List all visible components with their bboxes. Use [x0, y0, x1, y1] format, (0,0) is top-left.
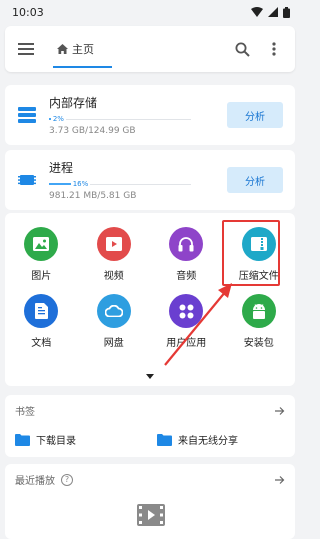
folder-icon: [157, 433, 172, 446]
recent-header: 最近播放 ?: [15, 472, 285, 487]
recent-playback-card: 最近播放 ?: [5, 464, 295, 539]
bookmark-label: 下载目录: [36, 436, 76, 447]
bookmarks-header: 书签: [15, 403, 285, 418]
bookmark-item[interactable]: 来自无线分享: [157, 432, 238, 447]
bookmarks-row: 下载目录 来自无线分享: [15, 432, 285, 447]
recent-title: 最近播放: [15, 476, 55, 487]
bookmarks-card: 书签 下载目录 来自无线分享: [5, 395, 295, 457]
arrow-right-icon[interactable]: [275, 475, 285, 485]
bookmark-item[interactable]: 下载目录: [15, 432, 157, 447]
video-placeholder-icon: [137, 504, 165, 526]
bookmarks-title: 书签: [15, 407, 35, 418]
bookmark-label: 来自无线分享: [178, 436, 238, 447]
help-icon[interactable]: ?: [61, 473, 73, 486]
arrow-right-icon[interactable]: [275, 406, 285, 416]
recent-title-group: 最近播放 ?: [15, 472, 73, 487]
annotation-arrow: [164, 283, 232, 366]
folder-icon: [15, 433, 30, 446]
